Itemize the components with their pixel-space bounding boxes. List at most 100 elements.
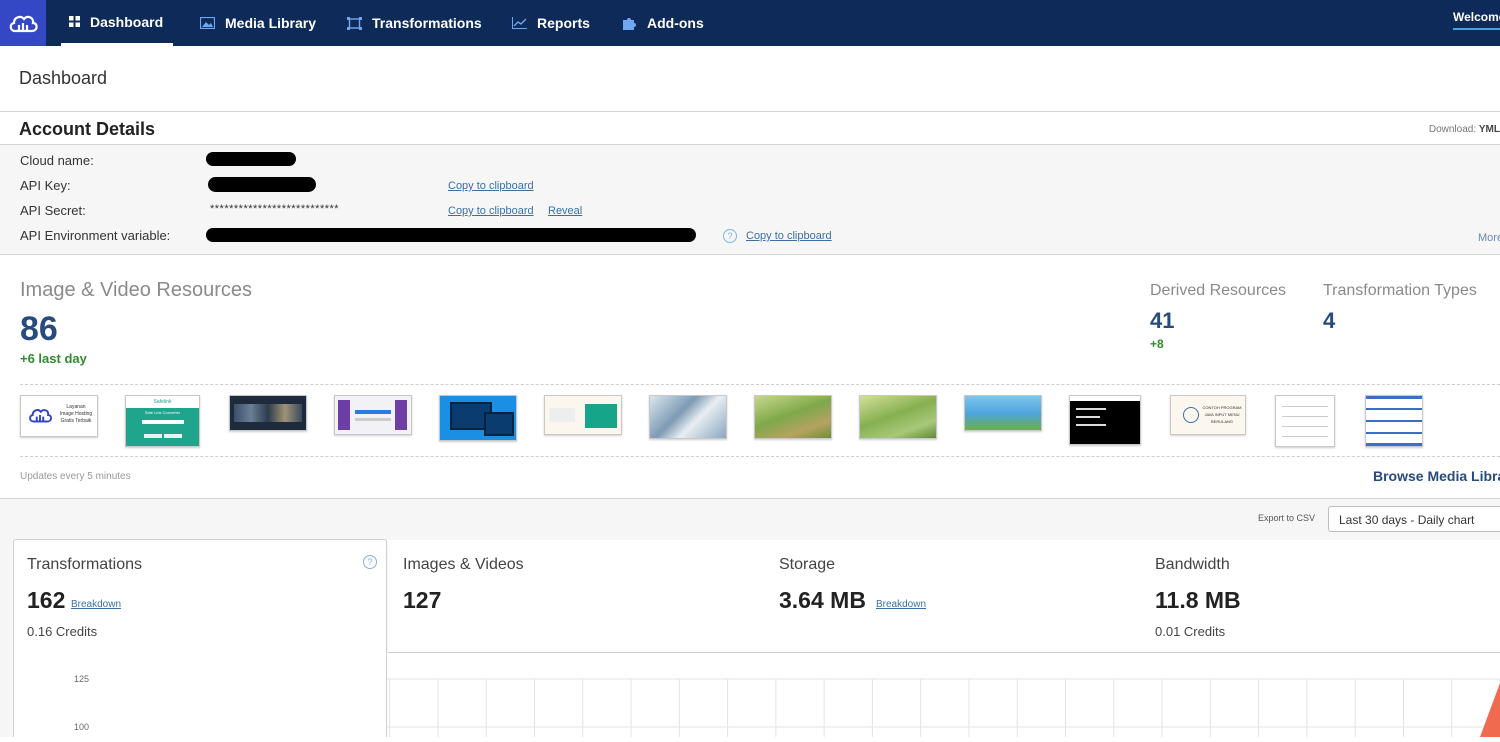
more-link[interactable]: More <box>1478 232 1500 244</box>
thumb-text: BERULANG <box>1210 419 1233 424</box>
cloud-name-label: Cloud name: <box>20 153 94 168</box>
thumb-text: Layanan <box>66 404 86 410</box>
thumb-line <box>1076 416 1100 418</box>
thumb-image <box>338 400 350 430</box>
resources-count: 86 <box>20 310 58 348</box>
resources-delta: +6 last day <box>20 351 87 366</box>
divider <box>0 254 1500 255</box>
thumb-line <box>1282 426 1328 427</box>
download-format: YML <box>1478 124 1500 135</box>
thumb-text: Gratis Terbaik <box>60 418 92 424</box>
grid-icon <box>69 16 80 27</box>
thumb-titlebar <box>1070 396 1140 401</box>
browse-media-library-link[interactable]: Browse Media Library <box>1373 468 1500 484</box>
derived-resources-delta: +8 <box>1150 337 1164 351</box>
top-navbar: Dashboard Media Library Transformations … <box>0 0 1500 46</box>
card-transformations-title: Transformations <box>27 556 142 573</box>
card-transformations-credits: 0.16 Credits <box>27 624 98 639</box>
transformation-types-count: 4 <box>1323 308 1336 333</box>
thumbnail-11[interactable] <box>1069 395 1141 445</box>
thumbnail-10[interactable] <box>964 395 1042 431</box>
api-env-label: API Environment variable: <box>20 228 171 243</box>
nav-media-library[interactable]: Media Library <box>200 0 316 46</box>
copy-api-key-link[interactable]: Copy to clipboard <box>448 180 534 192</box>
welcome-user-menu[interactable]: Welcome <box>1453 10 1500 30</box>
thumb-image <box>234 404 302 422</box>
thumbnail-12[interactable]: CONTOH PROGRAM JAVA INPUT MENU BERULANG <box>1170 395 1246 435</box>
nav-addons[interactable]: Add-ons <box>622 0 704 46</box>
export-csv-link[interactable]: Export to CSV <box>1258 513 1315 523</box>
storage-breakdown-link[interactable]: Breakdown <box>876 599 926 610</box>
stats-cards-row <box>388 540 1500 653</box>
help-icon[interactable]: ? <box>723 229 737 243</box>
copy-api-secret-link[interactable]: Copy to clipboard <box>448 205 534 217</box>
card-storage-title: Storage <box>779 556 836 573</box>
thumb-bar <box>1366 432 1422 434</box>
thumbnail-2[interactable]: Safelink Safe Link Converter <box>125 395 200 447</box>
nav-transformations[interactable]: Transformations <box>347 0 482 46</box>
image-icon <box>200 17 215 29</box>
updates-note: Updates every 5 minutes <box>20 471 131 482</box>
card-bandwidth-value: 11.8 MB <box>1155 587 1241 613</box>
y-tick-100: 100 <box>74 722 90 732</box>
thumb-bar <box>355 410 391 414</box>
reveal-secret-link[interactable]: Reveal <box>548 205 582 217</box>
redacted-api-key <box>208 177 316 192</box>
nav-addons-label: Add-ons <box>647 15 704 31</box>
thumbnail-8[interactable] <box>754 395 832 439</box>
thumb-card <box>585 404 617 428</box>
redacted-api-env <box>206 228 696 242</box>
thumb-bar <box>355 418 391 421</box>
thumbnail-7[interactable] <box>649 395 727 439</box>
nav-reports[interactable]: Reports <box>512 0 590 46</box>
transform-icon <box>347 16 362 30</box>
copy-api-env-link[interactable]: Copy to clipboard <box>746 230 832 242</box>
thumb-image <box>650 396 726 438</box>
thumb-input <box>142 420 184 424</box>
thumbnail-1[interactable]: Layanan Image Hosting Gratis Terbaik <box>20 395 98 437</box>
thumbnail-9[interactable] <box>859 395 937 439</box>
cloudinary-logo[interactable] <box>0 0 46 46</box>
card-images-videos-value: 127 <box>403 587 442 613</box>
cloud-logo-icon <box>29 409 53 423</box>
resources-title: Image & Video Resources <box>20 279 252 301</box>
derived-resources-title: Derived Resources <box>1150 282 1287 299</box>
thumbnail-5[interactable] <box>439 395 517 441</box>
thumbnail-3[interactable] <box>229 395 307 431</box>
puzzle-icon <box>622 16 637 31</box>
thumb-button <box>164 434 182 438</box>
thumb-bar <box>1366 443 1422 446</box>
thumb-bar <box>1366 396 1422 399</box>
dashed-divider <box>20 384 1500 385</box>
thumb-text: Safelink <box>126 396 199 408</box>
transformations-breakdown-link[interactable]: Breakdown <box>71 599 121 610</box>
account-details-title: Account Details <box>19 119 156 139</box>
api-secret-value: *************************** <box>210 203 340 215</box>
thumb-text: Safe Link Converter <box>144 410 181 415</box>
thumbnail-14[interactable] <box>1365 395 1423 447</box>
thumb-line <box>1282 416 1328 417</box>
dashed-divider <box>20 456 1500 457</box>
download-yml[interactable]: Download: YML <box>1429 124 1500 135</box>
derived-resources-count: 41 <box>1150 308 1175 333</box>
nav-media-library-label: Media Library <box>225 15 317 31</box>
thumb-image <box>395 400 407 430</box>
thumb-line <box>1282 406 1328 407</box>
java-logo-icon <box>1183 407 1199 423</box>
thumb-image <box>755 396 831 438</box>
thumb-text: Image Hosting <box>59 411 93 417</box>
nav-transformations-label: Transformations <box>372 15 482 31</box>
thumbnail-4[interactable] <box>334 395 412 435</box>
nav-dashboard[interactable]: Dashboard <box>61 0 173 46</box>
thumb-text: JAVA INPUT MENU <box>1204 412 1240 417</box>
help-icon[interactable]: ? <box>363 555 377 569</box>
page-title: Dashboard <box>19 68 108 88</box>
date-range-select[interactable]: Last 30 days - Daily chart <box>1328 506 1500 532</box>
thumb-bar <box>1366 420 1422 422</box>
thumb-device <box>484 412 514 436</box>
thumb-text: CONTOH PROGRAM <box>1202 405 1242 410</box>
chart-area-series <box>1480 683 1500 737</box>
thumb-image <box>860 396 936 438</box>
thumbnail-6[interactable] <box>544 395 622 435</box>
thumbnail-13[interactable] <box>1275 395 1335 447</box>
